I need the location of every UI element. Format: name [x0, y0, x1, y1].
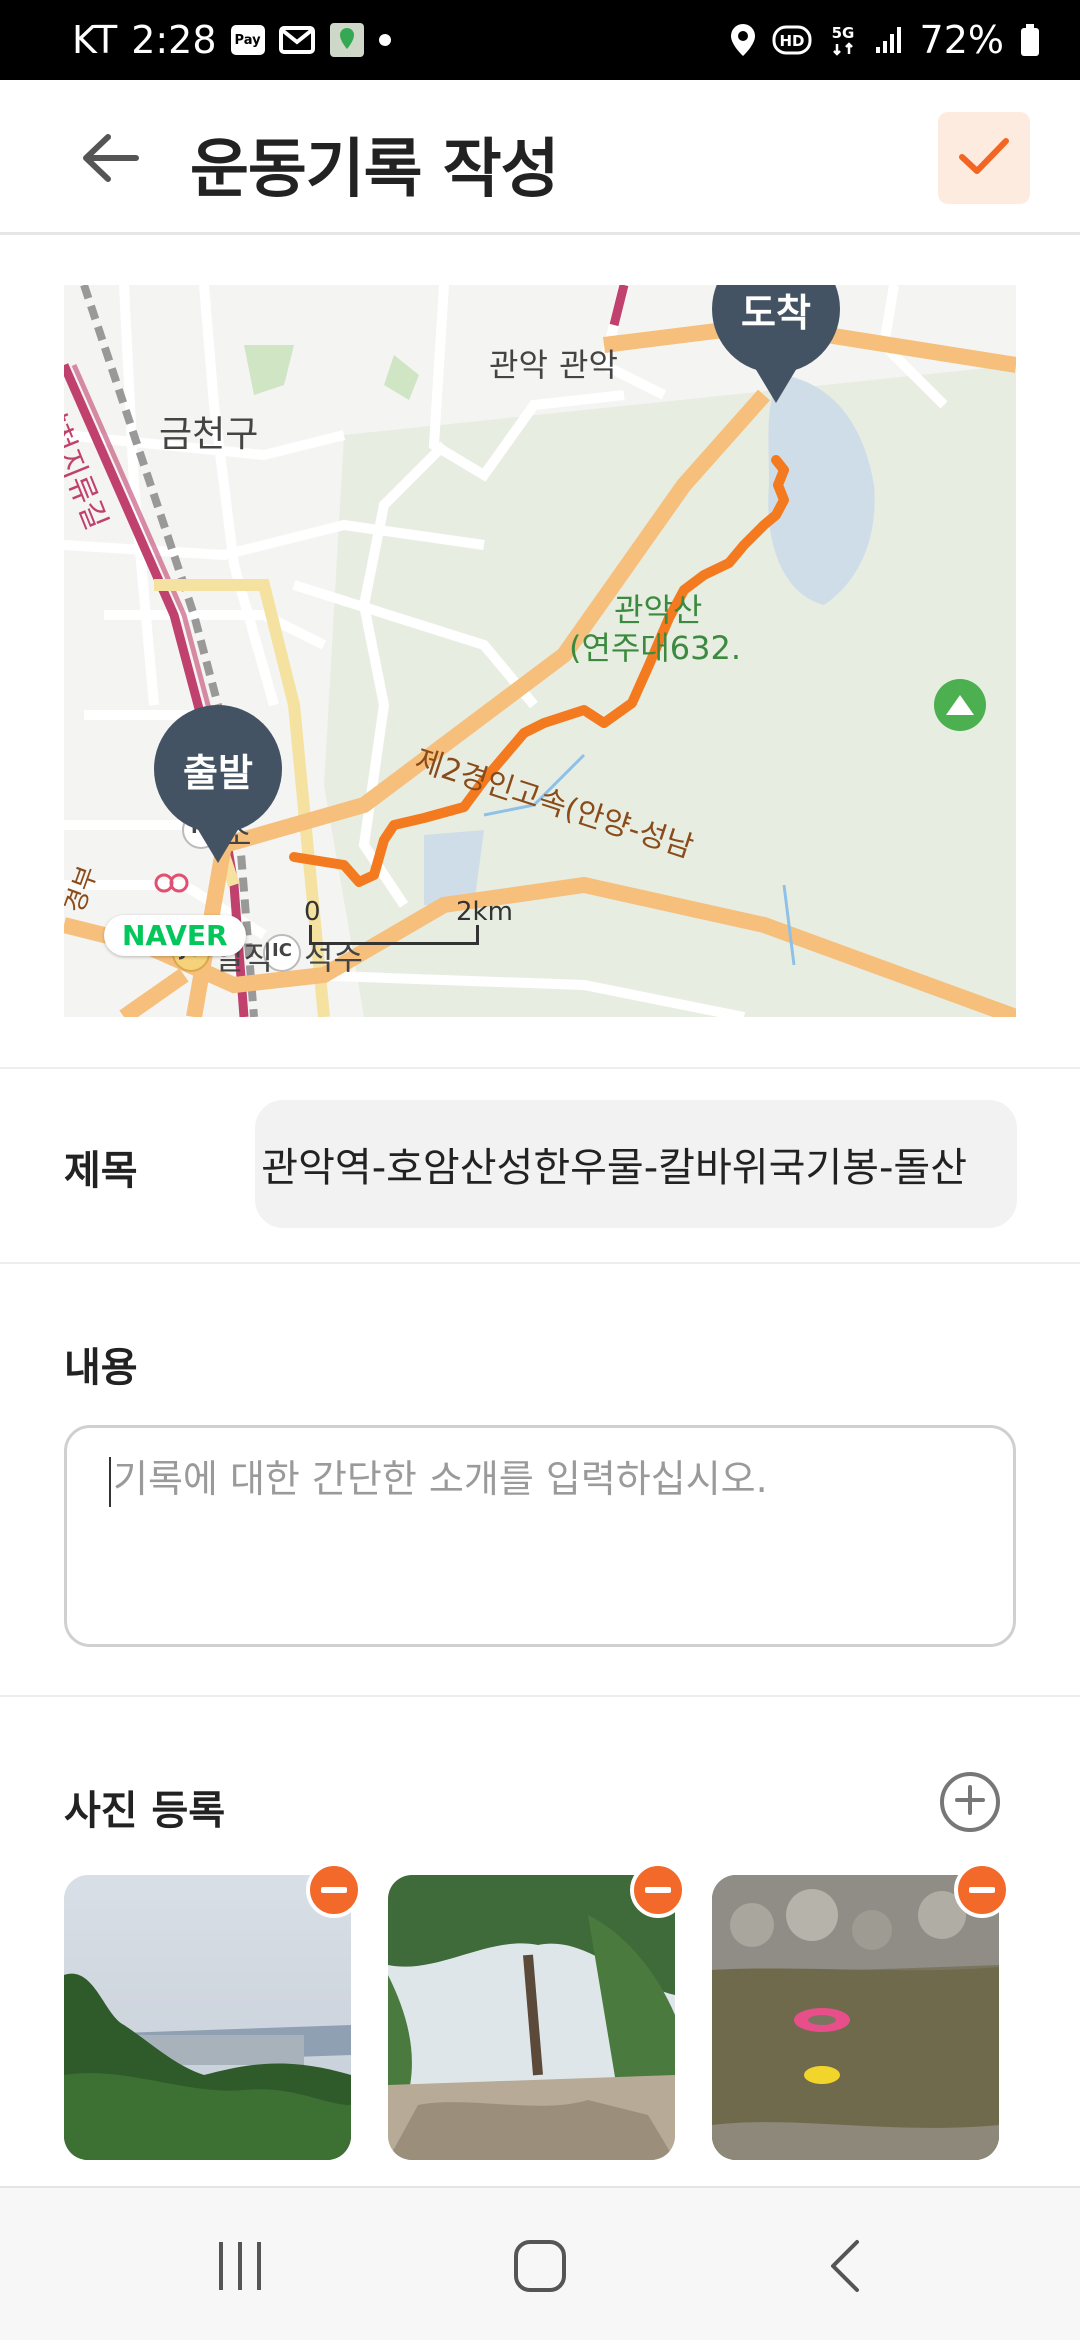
title-value: 관악역-호암산성한우물-칼바위국기봉-돌산 — [261, 1145, 967, 1191]
page-title: 운동기록 작성 — [190, 133, 560, 207]
map-label-gwanak-right: 관악 — [559, 346, 618, 384]
remove-photo-2-button[interactable] — [630, 1862, 686, 1918]
map-label-mountain-height: (연주대632. — [569, 629, 742, 667]
status-bar: KT 2:28 Pay HD 5G 72% — [0, 0, 1080, 80]
plus-circle-icon — [953, 1783, 987, 1821]
system-nav-bar — [0, 2186, 1080, 2340]
map-label-geumcheon: 금천구 — [159, 414, 259, 455]
remove-photo-3-button[interactable] — [954, 1862, 1010, 1918]
pay-icon: Pay — [230, 25, 265, 55]
hd-icon: HD — [772, 25, 812, 55]
back-icon — [827, 2238, 863, 2298]
content-placeholder: 기록에 대한 간단한 소개를 입력하십시오. — [113, 1457, 768, 1501]
system-back-button[interactable] — [805, 2228, 885, 2308]
content-textarea[interactable]: 기록에 대한 간단한 소개를 입력하십시오. — [64, 1425, 1016, 1647]
city-view-photo[interactable] — [64, 1875, 351, 2160]
svg-text:HD: HD — [779, 32, 804, 50]
map-scale-bar — [309, 925, 479, 945]
pine-rock-photo[interactable] — [388, 1875, 675, 2160]
signal-icon — [874, 25, 904, 55]
add-photo-button[interactable] — [940, 1772, 1000, 1832]
map-canvas — [64, 285, 1016, 1017]
battery-percent: 72% — [919, 18, 1004, 62]
app-bar: 운동기록 작성 — [0, 80, 1080, 235]
naver-logo: NAVER — [104, 915, 246, 956]
divider — [0, 1695, 1080, 1697]
divider — [0, 1262, 1080, 1264]
text-cursor — [109, 1456, 111, 1507]
svg-text:5G: 5G — [831, 24, 854, 42]
recent-apps-icon — [215, 2240, 265, 2296]
divider — [0, 1067, 1080, 1069]
home-icon — [512, 2238, 568, 2298]
title-label: 제목 — [64, 1148, 138, 1194]
clock: 2:28 — [131, 18, 217, 62]
map-app-icon — [329, 22, 365, 58]
start-pin[interactable]: 출발 — [154, 705, 282, 863]
arrow-left-icon — [80, 133, 140, 187]
route-map[interactable]: 금천구 관악 관악 관악산 (연주대632. 제2경인고속(안양-성남 안양천지… — [64, 285, 1016, 1017]
map-label-ic-2: IC — [272, 940, 292, 961]
map-label-gwanak-left: 관악 — [489, 346, 548, 384]
start-label: 출발 — [183, 750, 253, 795]
check-icon — [957, 135, 1011, 181]
recent-apps-button[interactable] — [200, 2228, 280, 2308]
scale-end: 2km — [456, 897, 513, 927]
save-button[interactable] — [938, 112, 1030, 204]
content-label: 내용 — [64, 1345, 138, 1391]
battery-icon — [1020, 23, 1040, 57]
carrier-label: KT — [72, 18, 118, 62]
home-button[interactable] — [500, 2228, 580, 2308]
photo-label: 사진 등록 — [64, 1788, 226, 1834]
5g-icon: 5G — [828, 22, 858, 58]
title-input[interactable]: 관악역-호암산성한우물-칼바위국기봉-돌산 — [255, 1100, 1017, 1228]
stream-photo[interactable] — [712, 1875, 999, 2160]
dot-icon — [378, 34, 391, 46]
location-icon — [730, 23, 756, 57]
scale-start: 0 — [304, 897, 321, 927]
end-label: 도착 — [741, 290, 811, 335]
mail-icon — [278, 26, 315, 54]
remove-photo-1-button[interactable] — [306, 1862, 362, 1918]
back-button[interactable] — [70, 120, 150, 200]
